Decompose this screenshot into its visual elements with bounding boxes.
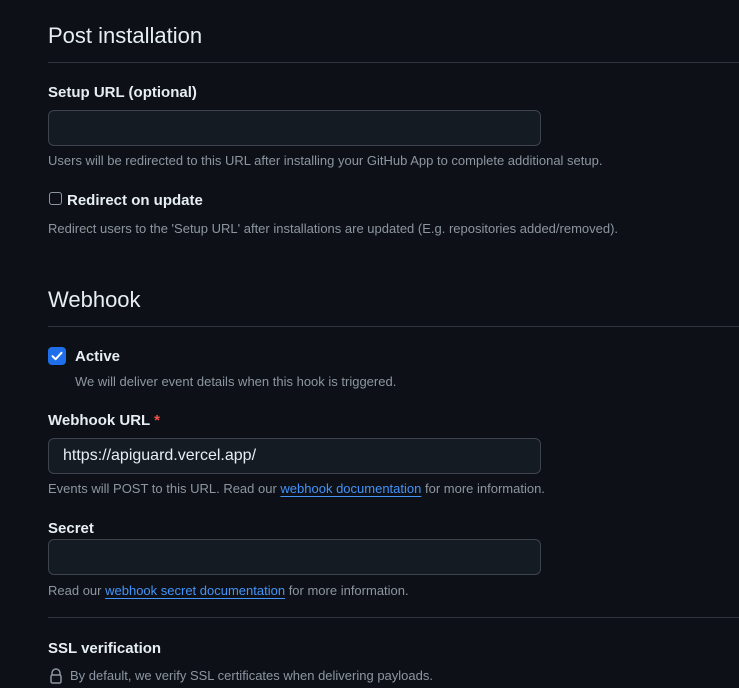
ssl-verification-label: SSL verification — [48, 640, 162, 657]
ssl-verification-note: By default, we verify SSL certificates w… — [70, 668, 433, 683]
webhook-url-note-suffix: for more information. — [424, 481, 545, 496]
webhook-heading: Webhook — [48, 287, 141, 312]
setup-url-input[interactable] — [48, 110, 541, 146]
setup-url-label: Setup URL (optional) — [48, 84, 197, 101]
webhook-url-input[interactable] — [48, 438, 541, 474]
post-installation-heading: Post installation — [48, 23, 203, 48]
webhook-documentation-link[interactable]: webhook documentation — [280, 481, 421, 496]
secret-note-suffix: for more information. — [288, 583, 409, 598]
active-label[interactable]: Active — [75, 348, 120, 365]
ssl-verification-note-row: By default, we verify SSL certificates w… — [48, 668, 433, 688]
redirect-on-update-label[interactable]: Redirect on update — [67, 192, 203, 209]
webhook-url-note: Events will POST to this URL. Read our w… — [48, 481, 545, 496]
lock-icon — [50, 668, 62, 684]
section-divider — [48, 617, 739, 618]
active-note: We will deliver event details when this … — [75, 374, 397, 389]
required-mark: * — [154, 412, 160, 429]
redirect-on-update-checkbox[interactable] — [49, 192, 62, 205]
webhook-url-note-prefix: Events will POST to this URL. Read our — [48, 481, 277, 496]
webhook-url-label: Webhook URL * — [48, 412, 160, 429]
setup-url-note: Users will be redirected to this URL aft… — [48, 153, 603, 168]
redirect-on-update-note: Redirect users to the 'Setup URL' after … — [48, 221, 619, 236]
section-divider — [48, 326, 739, 327]
secret-label: Secret — [48, 520, 94, 537]
secret-note: Read our webhook secret documentation fo… — [48, 583, 409, 598]
webhook-secret-documentation-link[interactable]: webhook secret documentation — [105, 583, 285, 598]
section-divider — [48, 62, 739, 63]
checkmark-icon — [51, 351, 63, 361]
secret-note-prefix: Read our — [48, 583, 102, 598]
webhook-url-label-text: Webhook URL — [48, 412, 150, 429]
active-checkbox[interactable] — [48, 347, 66, 365]
secret-input[interactable] — [48, 539, 541, 575]
